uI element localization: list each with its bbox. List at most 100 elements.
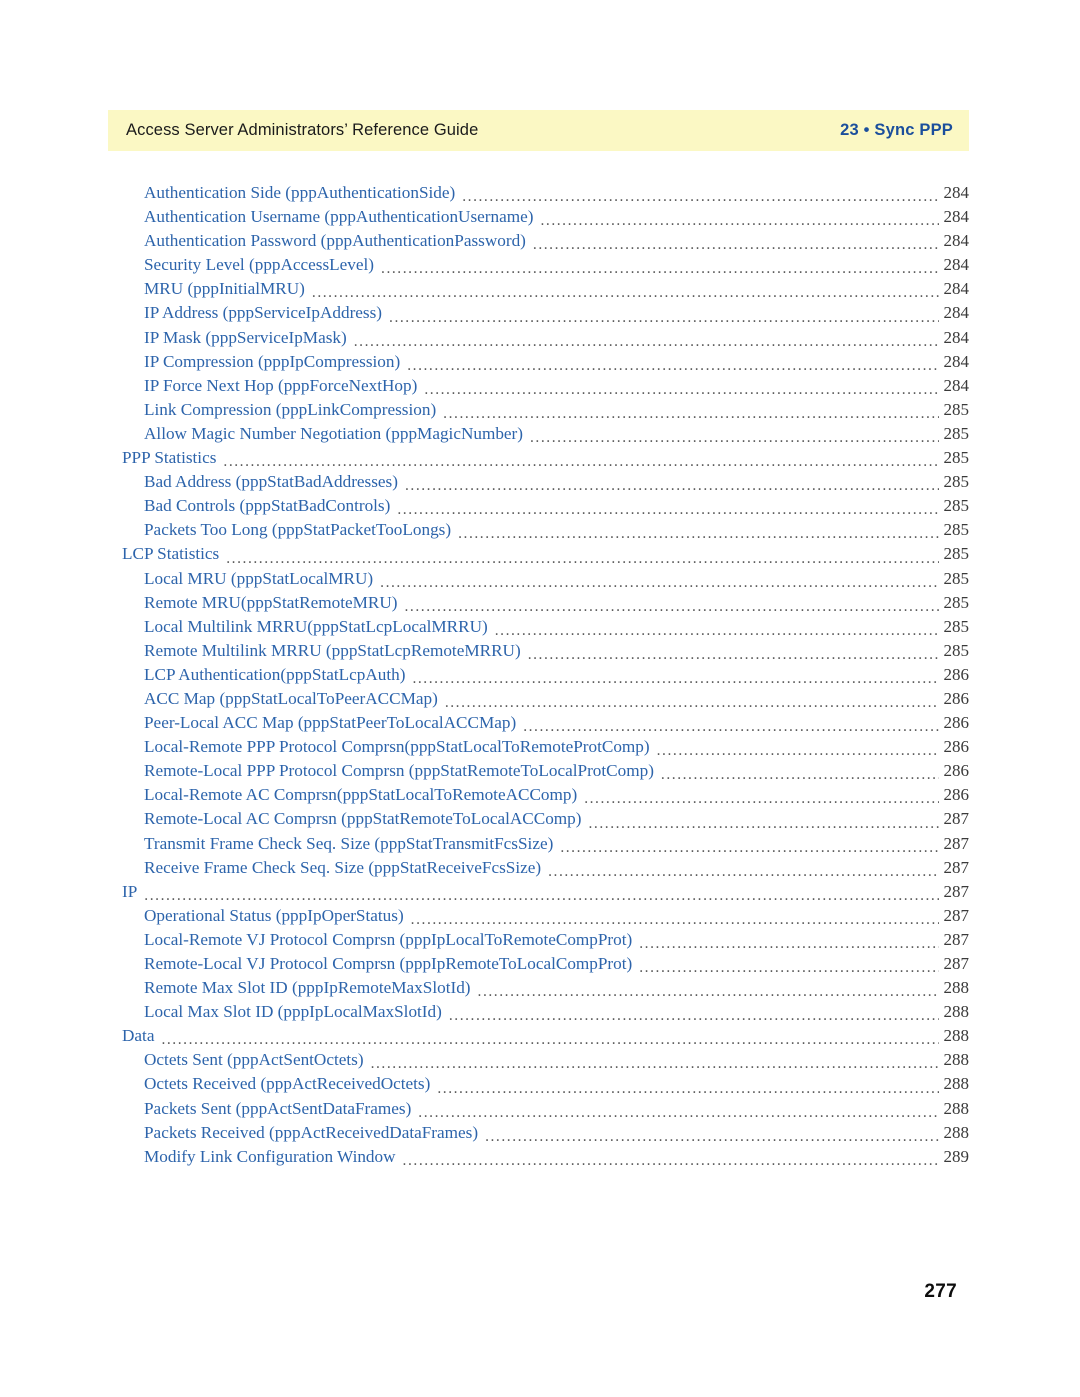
toc-entry[interactable]: Packets Received (pppActReceivedDataFram… bbox=[108, 1123, 969, 1147]
toc-entry[interactable]: Local Multilink MRRU(pppStatLcpLocalMRRU… bbox=[108, 617, 969, 641]
toc-entry[interactable]: Remote Multilink MRRU (pppStatLcpRemoteM… bbox=[108, 641, 969, 665]
toc-entry-page-number: 285 bbox=[943, 544, 970, 564]
toc-entry-page-number: 284 bbox=[943, 375, 970, 395]
toc-entry[interactable]: Local MRU (pppStatLocalMRU) 285 bbox=[108, 569, 969, 593]
toc-entry-page-number: 284 bbox=[943, 207, 970, 227]
toc-entry-page-number: 284 bbox=[943, 279, 970, 299]
running-header: Access Server Administrators’ Reference … bbox=[108, 110, 969, 151]
toc-entry[interactable]: Octets Sent (pppActSentOctets) 288 bbox=[108, 1050, 969, 1074]
toc-entry[interactable]: Remote-Local PPP Protocol Comprsn (pppSt… bbox=[108, 761, 969, 785]
toc-entry-title: Packets Too Long (pppStatPacketTooLongs) bbox=[144, 520, 452, 540]
toc-entry-title: Local-Remote VJ Protocol Comprsn (pppIpL… bbox=[144, 929, 633, 949]
toc-entry-title: Allow Magic Number Negotiation (pppMagic… bbox=[144, 423, 523, 443]
toc-entry-title: Remote Multilink MRRU (pppStatLcpRemoteM… bbox=[144, 640, 521, 660]
toc-entry[interactable]: Octets Received (pppActReceivedOctets) 28… bbox=[108, 1074, 969, 1098]
toc-entry[interactable]: Remote MRU(pppStatRemoteMRU) 285 bbox=[108, 593, 969, 617]
toc-entry[interactable]: Packets Too Long (pppStatPacketTooLongs)… bbox=[108, 520, 969, 544]
toc-leader-dots bbox=[223, 454, 939, 471]
toc-entry-title: Bad Address (pppStatBadAddresses) bbox=[144, 472, 398, 492]
toc-entry-page-number: 288 bbox=[943, 1098, 970, 1118]
toc-entry-title: Operational Status (pppIpOperStatus) bbox=[144, 905, 404, 925]
toc-entry[interactable]: IP Address (pppServiceIpAddress) 284 bbox=[108, 303, 969, 327]
toc-entry-page-number: 287 bbox=[943, 929, 970, 949]
toc-entry[interactable]: Authentication Username (pppAuthenticati… bbox=[108, 207, 969, 231]
document-page: Access Server Administrators’ Reference … bbox=[0, 0, 1080, 1397]
toc-entry-page-number: 285 bbox=[943, 640, 970, 660]
toc-entry[interactable]: Receive Frame Check Seq. Size (pppStatRe… bbox=[108, 858, 969, 882]
toc-entry-page-number: 284 bbox=[943, 183, 970, 202]
toc-entry[interactable]: Bad Address (pppStatBadAddresses) 285 bbox=[108, 472, 969, 496]
toc-entry[interactable]: Authentication Side (pppAuthenticationSi… bbox=[108, 183, 969, 207]
toc-leader-dots bbox=[584, 791, 939, 808]
toc-entry-page-number: 284 bbox=[943, 327, 970, 347]
toc-entry-page-number: 289 bbox=[943, 1146, 970, 1166]
toc-entry[interactable]: IP 287 bbox=[108, 882, 969, 906]
toc-leader-dots bbox=[161, 1032, 939, 1049]
toc-entry-title: Remote-Local PPP Protocol Comprsn (pppSt… bbox=[144, 761, 654, 781]
toc-entry-page-number: 288 bbox=[943, 1122, 970, 1142]
toc-entry[interactable]: IP Mask (pppServiceIpMask) 284 bbox=[108, 328, 969, 352]
toc-entry[interactable]: IP Compression (pppIpCompression) 284 bbox=[108, 352, 969, 376]
toc-entry-title: Remote-Local VJ Protocol Comprsn (pppIpR… bbox=[144, 954, 633, 973]
toc-leader-dots bbox=[449, 1008, 939, 1025]
toc-entry[interactable]: Bad Controls (pppStatBadControls) 285 bbox=[108, 496, 969, 520]
page-number-folio: 277 bbox=[924, 1281, 957, 1302]
toc-entry-page-number: 286 bbox=[943, 688, 970, 708]
toc-leader-dots bbox=[462, 189, 939, 206]
toc-entry-page-number: 288 bbox=[943, 1074, 970, 1094]
toc-entry-title: IP Force Next Hop (pppForceNextHop) bbox=[144, 375, 418, 395]
toc-entry[interactable]: Transmit Frame Check Seq. Size (pppStatT… bbox=[108, 834, 969, 858]
toc-entry-page-number: 287 bbox=[943, 857, 970, 877]
toc-leader-dots bbox=[560, 840, 939, 857]
toc-entry[interactable]: IP Force Next Hop (pppForceNextHop) 284 bbox=[108, 376, 969, 400]
toc-entry[interactable]: Security Level (pppAccessLevel) 284 bbox=[108, 255, 969, 279]
toc-entry[interactable]: Local-Remote PPP Protocol Comprsn(pppSta… bbox=[108, 737, 969, 761]
toc-entry[interactable]: Peer-Local ACC Map (pppStatPeerToLocalAC… bbox=[108, 713, 969, 737]
toc-entry-page-number: 287 bbox=[943, 954, 970, 973]
toc-entry[interactable]: PPP Statistics 285 bbox=[108, 448, 969, 472]
toc-entry-page-number: 286 bbox=[943, 664, 970, 684]
toc-leader-dots bbox=[424, 382, 939, 399]
toc-leader-dots bbox=[445, 695, 939, 712]
toc-entry-page-number: 287 bbox=[943, 833, 970, 853]
toc-entry[interactable]: Data 288 bbox=[108, 1026, 969, 1050]
toc-entry[interactable]: Operational Status (pppIpOperStatus) 287 bbox=[108, 906, 969, 930]
toc-entry[interactable]: Remote-Local VJ Protocol Comprsn (pppIpR… bbox=[108, 954, 969, 978]
toc-entry[interactable]: Remote Max Slot ID (pppIpRemoteMaxSlotId… bbox=[108, 978, 969, 1002]
toc-entry-page-number: 288 bbox=[943, 1026, 970, 1046]
toc-entry[interactable]: Link Compression (pppLinkCompression) 285 bbox=[108, 400, 969, 424]
toc-entry[interactable]: ACC Map (pppStatLocalToPeerACCMap) 286 bbox=[108, 689, 969, 713]
toc-entry[interactable]: LCP Authentication(pppStatLcpAuth) 286 bbox=[108, 665, 969, 689]
toc-entry-title: Authentication Side (pppAuthenticationSi… bbox=[144, 183, 456, 202]
toc-entry-title: Local-Remote AC Comprsn(pppStatLocalToRe… bbox=[144, 785, 578, 805]
toc-entry[interactable]: Local Max Slot ID (pppIpLocalMaxSlotId) 2… bbox=[108, 1002, 969, 1026]
toc-entry-page-number: 285 bbox=[943, 472, 970, 492]
toc-entry[interactable]: LCP Statistics 285 bbox=[108, 544, 969, 568]
toc-entry[interactable]: Local-Remote AC Comprsn(pppStatLocalToRe… bbox=[108, 785, 969, 809]
toc-entry-title: IP Mask (pppServiceIpMask) bbox=[144, 327, 347, 347]
toc-entry-page-number: 286 bbox=[943, 761, 970, 781]
toc-leader-dots bbox=[495, 623, 939, 640]
toc-entry[interactable]: MRU (pppInitialMRU) 284 bbox=[108, 279, 969, 303]
toc-entry[interactable]: Allow Magic Number Negotiation (pppMagic… bbox=[108, 424, 969, 448]
toc-entry[interactable]: Remote-Local AC Comprsn (pppStatRemoteTo… bbox=[108, 809, 969, 833]
toc-entry-title: Data bbox=[122, 1026, 155, 1046]
toc-leader-dots bbox=[639, 960, 939, 977]
toc-leader-dots bbox=[443, 406, 939, 423]
toc-leader-dots bbox=[589, 816, 940, 833]
toc-entry-title: Local Max Slot ID (pppIpLocalMaxSlotId) bbox=[144, 1002, 442, 1022]
toc-entry-page-number: 285 bbox=[943, 616, 970, 636]
toc-entry-title: Authentication Username (pppAuthenticati… bbox=[144, 207, 534, 227]
toc-entry[interactable]: Local-Remote VJ Protocol Comprsn (pppIpL… bbox=[108, 930, 969, 954]
toc-entry-title: Link Compression (pppLinkCompression) bbox=[144, 399, 437, 419]
toc-leader-dots bbox=[405, 478, 939, 495]
toc-entry[interactable]: Packets Sent (pppActSentDataFrames) 288 bbox=[108, 1099, 969, 1123]
toc-leader-dots bbox=[661, 767, 939, 784]
toc-leader-dots bbox=[437, 1081, 939, 1098]
toc-entry[interactable]: Modify Link Configuration Window 289 bbox=[108, 1147, 969, 1171]
toc-entry[interactable]: Authentication Password (pppAuthenticati… bbox=[108, 231, 969, 255]
toc-entry-page-number: 287 bbox=[943, 809, 970, 829]
toc-leader-dots bbox=[405, 599, 940, 616]
toc-entry-page-number: 284 bbox=[943, 351, 970, 371]
toc-entry-title: Remote MRU(pppStatRemoteMRU) bbox=[144, 592, 398, 612]
